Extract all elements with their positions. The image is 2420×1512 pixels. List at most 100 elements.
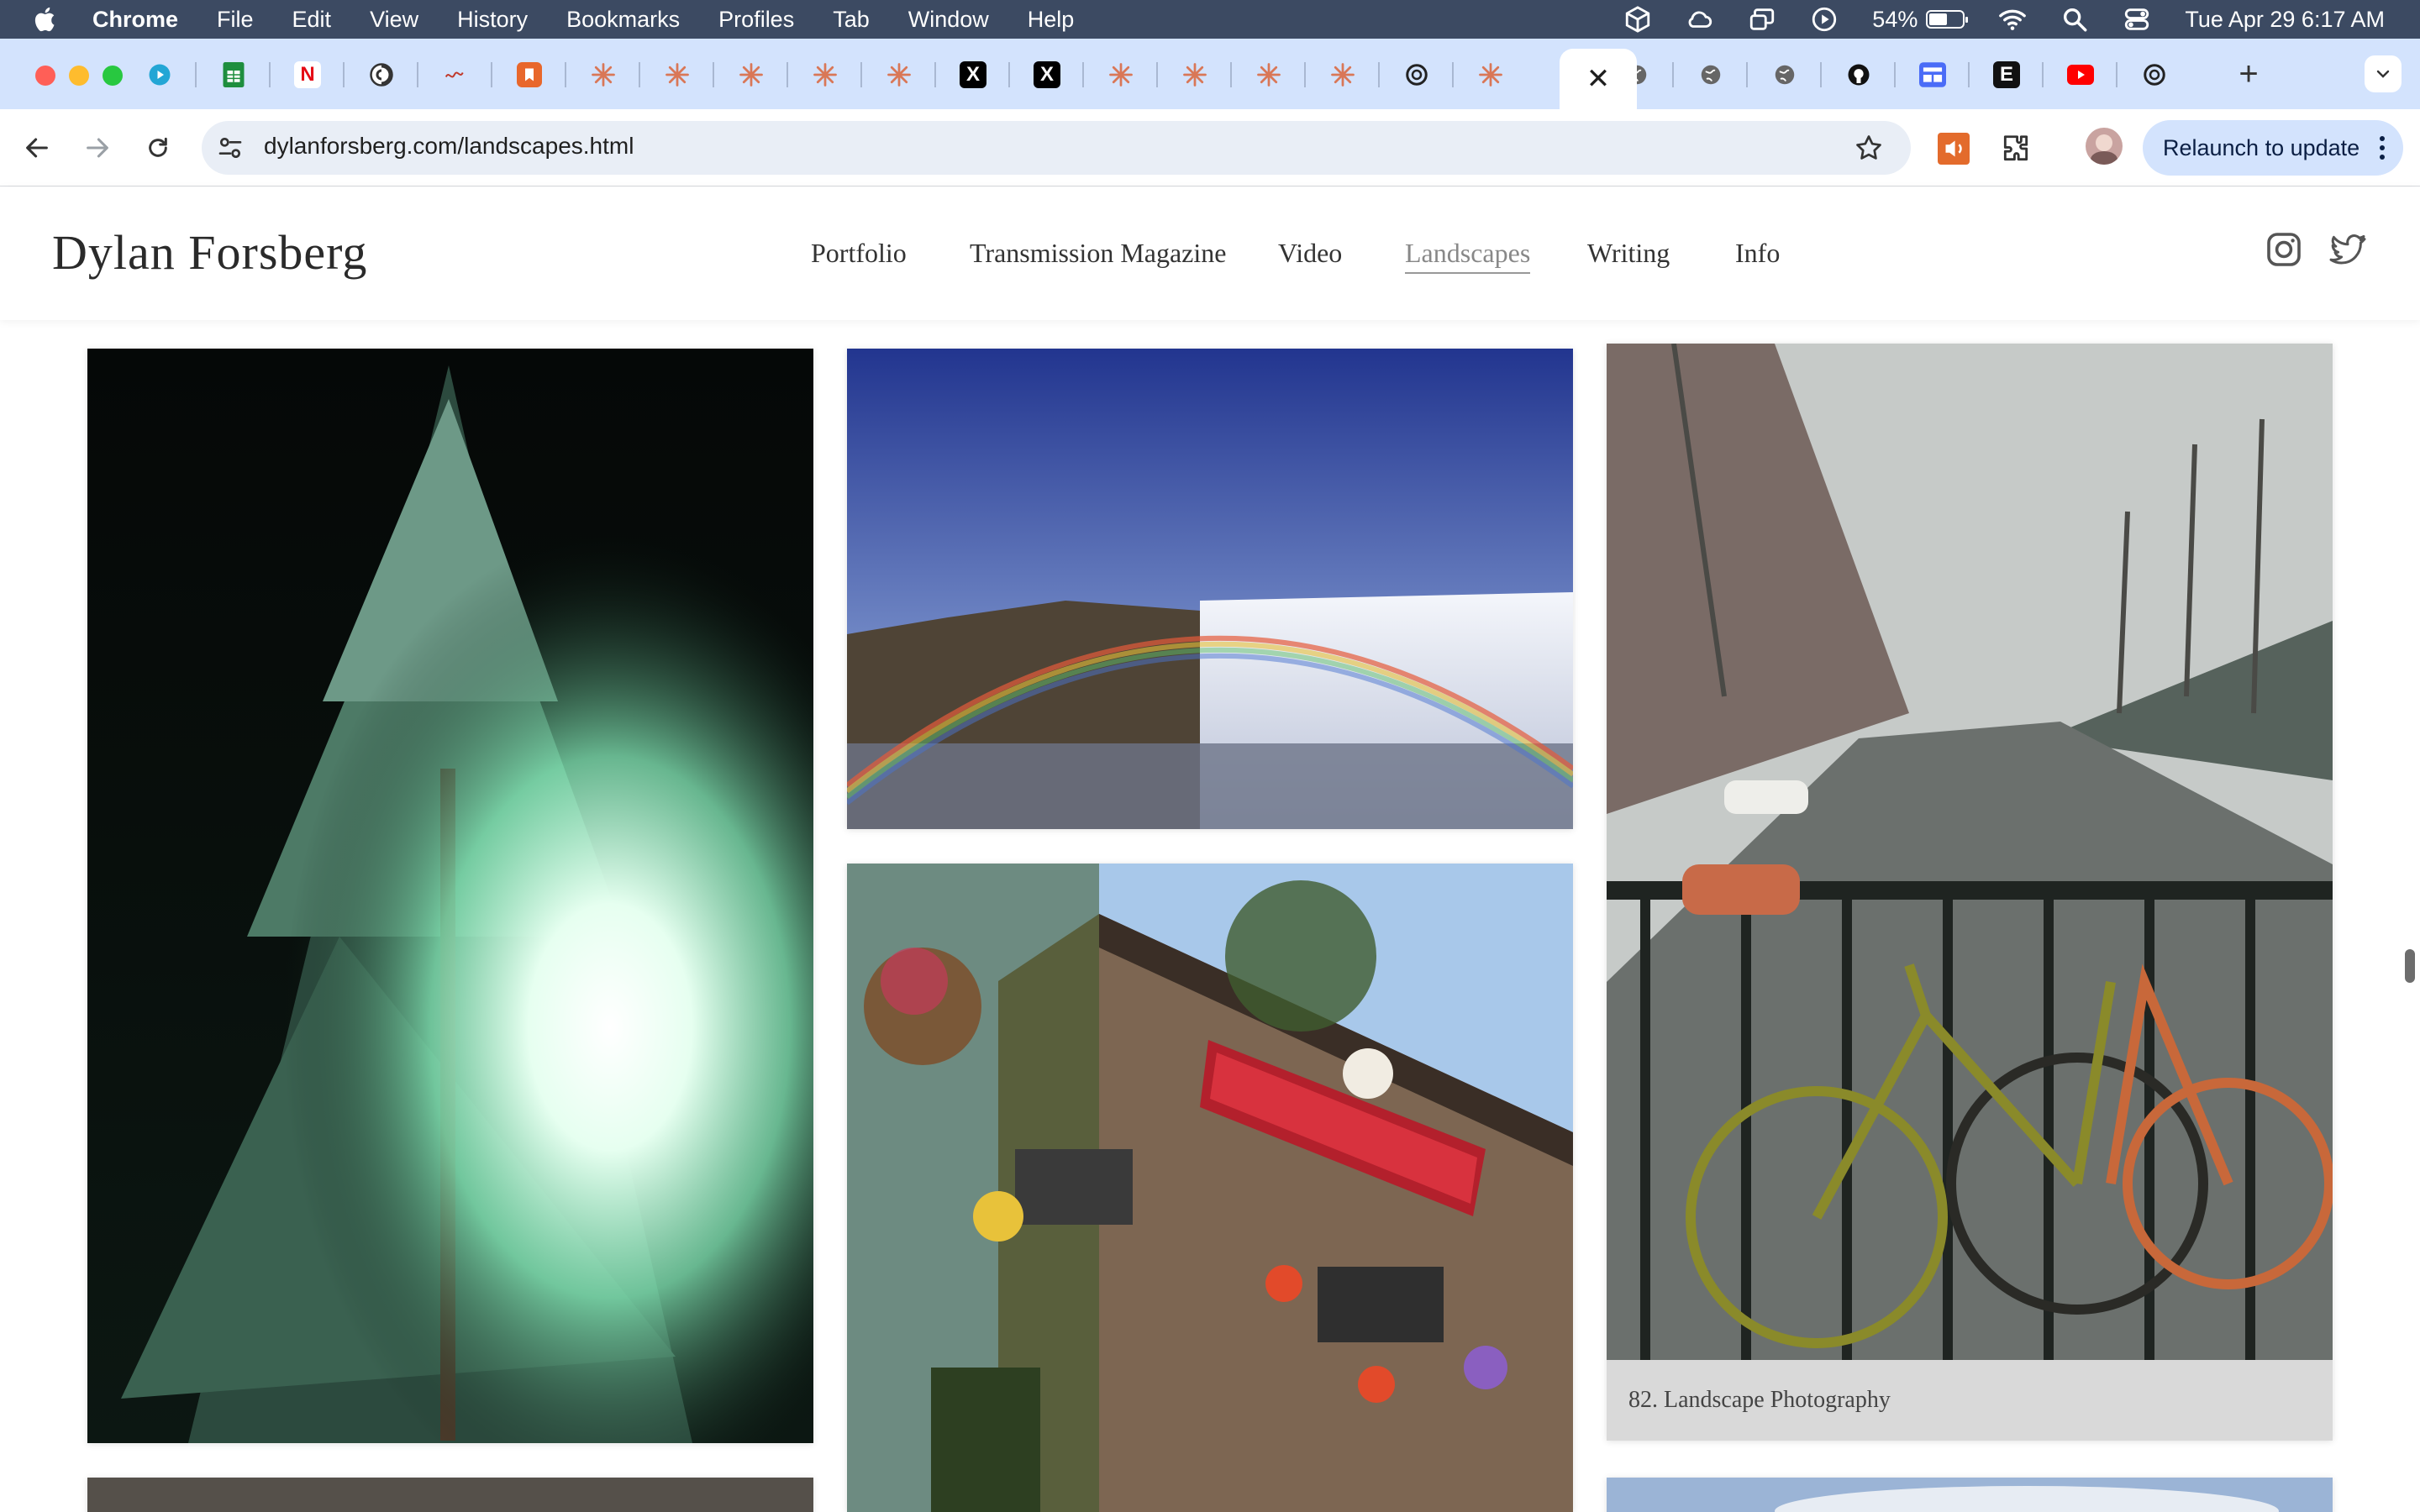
twitter-icon[interactable] [2328, 229, 2368, 270]
now-playing-icon[interactable] [1810, 5, 1839, 34]
browser-tab[interactable] [655, 52, 699, 97]
browser-tab[interactable] [1837, 52, 1881, 97]
photo-pub-facade-image [847, 864, 1573, 1512]
screen-mirroring-icon[interactable] [1748, 5, 1776, 34]
browser-tab[interactable] [581, 52, 625, 97]
profile-avatar[interactable] [2086, 128, 2123, 165]
browser-tab[interactable] [212, 52, 255, 97]
browser-tab[interactable] [877, 52, 921, 97]
photo-next-row-right-image [1607, 1478, 2333, 1512]
audio-extension-icon[interactable] [1938, 133, 1970, 165]
browser-tab[interactable]: N [286, 52, 329, 97]
browser-tab[interactable] [1911, 52, 1954, 97]
new-tab-button[interactable]: + [2230, 55, 2267, 92]
photo-tree-flare[interactable] [87, 349, 813, 1443]
tab-separator [1156, 62, 1158, 87]
reload-button[interactable] [136, 126, 180, 170]
wifi-icon[interactable] [1998, 5, 2027, 34]
netflix-icon: N [294, 61, 321, 88]
browser-tab[interactable] [2059, 52, 2102, 97]
browser-tab[interactable] [1763, 52, 1807, 97]
site-info-icon[interactable] [217, 134, 244, 161]
nav-video[interactable]: Video [1278, 238, 1342, 269]
menu-view[interactable]: View [370, 7, 418, 33]
window-minimize-button[interactable] [69, 66, 89, 86]
browser-tab[interactable] [2133, 52, 2176, 97]
browser-tab[interactable] [1173, 52, 1217, 97]
tab-separator [417, 62, 418, 87]
browser-tab[interactable] [138, 52, 182, 97]
browser-tab[interactable]: X [1025, 52, 1069, 97]
battery-icon [1926, 10, 1969, 29]
photo-rainbow-waterfall[interactable] [847, 349, 1573, 829]
menu-tab[interactable]: Tab [833, 7, 870, 33]
battery-status[interactable]: 54% [1872, 6, 1969, 33]
photo-canal-bicycles[interactable]: 82. Landscape Photography [1607, 344, 2333, 1441]
browser-tab[interactable] [360, 52, 403, 97]
menu-bar-clock[interactable]: Tue Apr 29 6:17 AM [2185, 7, 2385, 33]
apple-menu-icon[interactable] [32, 5, 60, 34]
instagram-icon[interactable] [2264, 229, 2304, 270]
menu-profiles[interactable]: Profiles [718, 7, 794, 33]
active-tab[interactable]: ✕ [1560, 49, 1637, 109]
photo-next-row-right[interactable] [1607, 1478, 2333, 1512]
claude-icon [664, 61, 691, 88]
browser-tab[interactable] [1321, 52, 1365, 97]
tab-separator [1304, 62, 1306, 87]
browser-tab[interactable] [1247, 52, 1291, 97]
browser-tab[interactable] [1099, 52, 1143, 97]
browser-tab[interactable] [803, 52, 847, 97]
window-close-button[interactable] [35, 66, 55, 86]
site-title[interactable]: Dylan Forsberg [52, 224, 367, 281]
sheets-icon [220, 61, 247, 88]
relaunch-to-update-button[interactable]: Relaunch to update [2143, 120, 2403, 176]
battery-percent: 54% [1872, 6, 1918, 32]
photo-pub-facade[interactable] [847, 864, 1573, 1512]
menu-window[interactable]: Window [908, 7, 989, 33]
control-center-icon[interactable] [2123, 5, 2151, 34]
package-icon[interactable] [1623, 5, 1652, 34]
browser-tab[interactable] [1395, 52, 1439, 97]
browser-tab[interactable] [434, 52, 477, 97]
photo-next-row-left[interactable] [87, 1478, 813, 1512]
menu-help[interactable]: Help [1028, 7, 1075, 33]
nav-portfolio[interactable]: Portfolio [811, 238, 907, 269]
menu-file[interactable]: File [217, 7, 254, 33]
claude-icon [1181, 61, 1208, 88]
browser-tab[interactable] [1689, 52, 1733, 97]
tab-separator [491, 62, 492, 87]
menu-bookmarks[interactable]: Bookmarks [566, 7, 680, 33]
bookmark-star-icon[interactable] [1854, 133, 1884, 163]
tab-separator [786, 62, 788, 87]
x-icon: X [1034, 61, 1060, 88]
spotlight-search-icon[interactable] [2060, 5, 2089, 34]
nav-info[interactable]: Info [1735, 238, 1780, 269]
nav-landscapes[interactable]: Landscapes [1405, 238, 1531, 274]
close-tab-icon[interactable]: ✕ [1586, 62, 1611, 96]
browser-tab[interactable] [729, 52, 773, 97]
e-icon: E [1993, 61, 2020, 88]
tab-separator [1820, 62, 1822, 87]
browser-tab[interactable]: X [951, 52, 995, 97]
menu-history[interactable]: History [457, 7, 528, 33]
url-text[interactable]: dylanforsberg.com/landscapes.html [264, 133, 634, 160]
cloud-sync-icon[interactable] [1686, 5, 1714, 34]
extensions-puzzle-icon[interactable] [2000, 133, 2032, 165]
menu-app-name[interactable]: Chrome [92, 7, 178, 33]
page-scrollbar-thumb[interactable] [2405, 949, 2415, 983]
x-icon: X [960, 61, 986, 88]
forward-button[interactable] [76, 126, 119, 170]
browser-tab[interactable] [508, 52, 551, 97]
back-button[interactable] [15, 126, 59, 170]
tab-search-button[interactable] [2365, 55, 2402, 92]
window-zoom-button[interactable] [103, 66, 123, 86]
menu-edit[interactable]: Edit [292, 7, 332, 33]
tab-separator [1672, 62, 1674, 87]
back-arrow-icon [26, 138, 48, 158]
browser-tab[interactable]: E [1985, 52, 2028, 97]
tab-separator [1452, 62, 1454, 87]
nav-transmission-magazine[interactable]: Transmission Magazine [970, 238, 1226, 269]
nav-writing[interactable]: Writing [1587, 238, 1670, 269]
tab-separator [343, 62, 345, 87]
browser-tab[interactable] [1469, 52, 1512, 97]
